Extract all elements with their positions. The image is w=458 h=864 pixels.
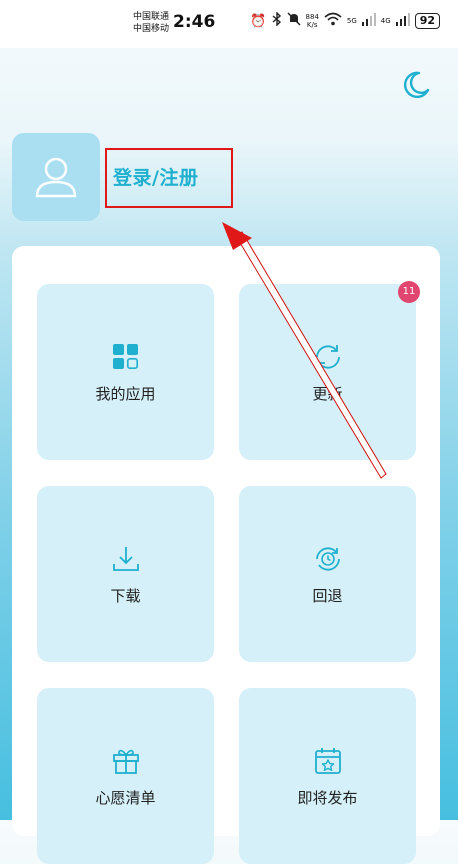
tile-my-apps[interactable]: 我的应用 <box>37 284 214 460</box>
tile-wishlist[interactable]: 心愿清单 <box>37 688 214 864</box>
signal-1-label: 5G <box>346 17 357 25</box>
tile-coming-soon[interactable]: 即将发布 <box>239 688 416 864</box>
mute-bell-icon <box>287 12 301 30</box>
tile-label: 心愿清单 <box>95 789 156 807</box>
user-icon <box>35 157 77 198</box>
status-bar: 中国联通 中国移动 2:46 ⏰ 884 K/s 5G 4G 92 <box>0 0 458 48</box>
calendar-star-icon <box>315 748 341 774</box>
tile-label: 回退 <box>312 587 343 605</box>
battery-level: 92 <box>414 13 440 29</box>
rollback-clock-icon <box>316 547 340 571</box>
carrier-names: 中国联通 中国移动 <box>133 11 169 35</box>
tile-download[interactable]: 下载 <box>37 486 214 662</box>
carrier-1: 中国联通 <box>133 12 170 22</box>
gift-icon <box>113 749 139 774</box>
refresh-icon <box>316 345 340 369</box>
avatar[interactable] <box>12 133 100 221</box>
moon-icon[interactable] <box>401 70 431 100</box>
signal-1-bars-icon <box>361 12 376 30</box>
wifi-icon <box>324 12 342 30</box>
tile-rollback[interactable]: 回退 <box>239 486 416 662</box>
download-icon <box>113 547 139 571</box>
signal-2-label: 4G <box>380 17 391 25</box>
tile-label: 我的应用 <box>95 385 156 403</box>
bluetooth-icon <box>272 11 282 30</box>
tile-label: 下载 <box>110 587 141 605</box>
update-count-badge: 11 <box>398 281 420 303</box>
signal-2-bars-icon <box>395 12 410 30</box>
carrier-2: 中国移动 <box>133 24 170 34</box>
alarm-icon: ⏰ <box>250 13 267 29</box>
tile-label: 即将发布 <box>297 789 358 807</box>
net-speed: 884 K/s <box>306 13 319 29</box>
tile-updates[interactable]: 更新 <box>239 284 416 460</box>
status-time: 2:46 <box>173 12 216 32</box>
status-icons: ⏰ 884 K/s 5G 4G 92 <box>250 11 440 30</box>
net-speed-value: 884 <box>305 13 319 21</box>
tile-label: 更新 <box>312 385 343 403</box>
highlight-box <box>105 148 233 208</box>
apps-grid-icon <box>113 344 138 369</box>
net-speed-unit: K/s <box>306 21 318 29</box>
